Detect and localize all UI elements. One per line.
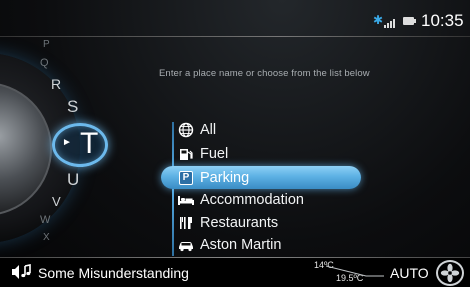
category-item-fuel[interactable]: Fuel [177,143,397,165]
parking-icon: P [177,170,195,186]
wheel-letter[interactable]: W [40,214,50,226]
wheel-letter[interactable]: S [67,97,78,117]
speaker-music-icon[interactable] [11,264,33,280]
globe-icon [177,122,195,138]
wheel-letter[interactable]: V [52,194,61,209]
category-label: Fuel [200,146,229,162]
signal-icon [384,16,400,28]
battery-icon [403,17,416,25]
navigation-poi-screen: ✱ 10:35 P Q R S ► T U V W X Enter a plac… [0,0,470,287]
bluetooth-icon: ✱ [373,13,384,27]
selected-letter[interactable]: T [80,127,98,161]
list-indicator-line [172,122,174,256]
status-bar: ✱ 10:35 [0,0,470,36]
category-item-all[interactable]: All [177,119,397,141]
category-label: Accommodation [200,192,304,208]
wheel-letter[interactable]: X [43,232,50,243]
category-item-parking[interactable]: P Parking [177,167,397,189]
category-label: All [200,122,217,138]
cutlery-icon [177,215,195,231]
wheel-letter[interactable]: R [51,76,61,92]
category-label: Aston Martin [200,237,282,253]
divider [0,36,470,37]
clock: 10:35 [421,11,464,30]
bottom-bar: Some Misunderstanding 14ºC 19.5ºC AUTO [0,258,470,287]
wheel-letter[interactable]: Q [40,57,49,69]
fan-icon[interactable] [436,260,464,286]
bed-icon [177,192,195,208]
search-hint: Enter a place name or choose from the li… [159,68,370,79]
parking-icon-letter: P [179,171,193,185]
wheel-letter[interactable]: P [43,39,50,50]
category-item-accommodation[interactable]: Accommodation [177,189,397,211]
category-item-restaurants[interactable]: Restaurants [177,212,397,234]
now-playing-track[interactable]: Some Misunderstanding [38,265,189,281]
fuel-pump-icon [177,146,195,162]
category-label: Restaurants [200,215,279,231]
car-icon [177,237,195,253]
category-item-aston-martin[interactable]: Aston Martin [177,234,397,256]
play-arrow-icon: ► [62,137,72,148]
temperature-divider-icon [326,265,384,277]
climate-mode[interactable]: AUTO [390,265,429,281]
category-label: Parking [200,170,250,186]
wheel-letter[interactable]: U [67,170,79,190]
